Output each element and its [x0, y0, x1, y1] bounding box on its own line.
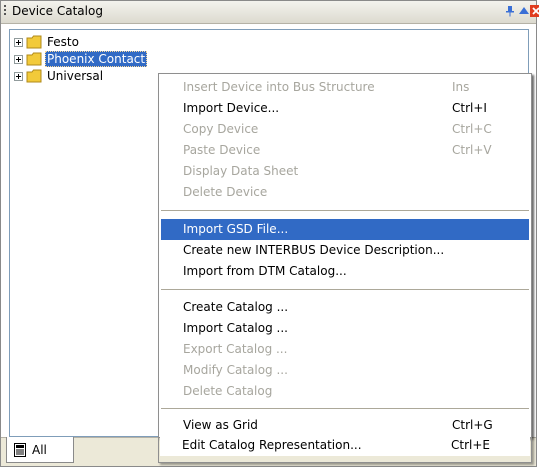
menu-item-view-as-grid[interactable]: View as Grid Ctrl+G: [161, 415, 529, 436]
menu-item-shortcut: Ctrl+G: [452, 418, 493, 432]
menu-separator: [161, 210, 529, 211]
menu-item-display-data-sheet[interactable]: Display Data Sheet: [161, 161, 529, 182]
menu-item-label: Import GSD File...: [183, 222, 289, 236]
menu-item-label: Create Catalog ...: [183, 300, 289, 314]
menu-item-shortcut: Ins: [452, 80, 470, 94]
menu-item-label: Edit Catalog Representation...: [182, 438, 362, 452]
menu-item-label: Delete Device: [183, 185, 268, 199]
panel-titlebar: Device Catalog: [1, 1, 539, 24]
menu-item-copy-device[interactable]: Copy Device Ctrl+C: [161, 119, 529, 140]
tree-item-label: Universal: [47, 69, 104, 83]
menu-item-delete-catalog[interactable]: Delete Catalog: [161, 381, 529, 402]
menu-item-shortcut: Ctrl+C: [452, 122, 492, 136]
menu-item-label: Import from DTM Catalog...: [183, 264, 347, 278]
menu-item-modify-catalog[interactable]: Modify Catalog ...: [161, 360, 529, 381]
tree-item-label: Festo: [47, 35, 79, 49]
menu-item-shortcut: Ctrl+E: [451, 438, 490, 452]
menu-item-label: Modify Catalog ...: [183, 363, 288, 377]
menu-item-create-interbus-description[interactable]: Create new INTERBUS Device Description..…: [161, 240, 529, 261]
expand-icon[interactable]: [14, 72, 23, 81]
menu-item-shortcut: Ctrl+I: [452, 101, 487, 115]
folder-icon: [26, 52, 42, 66]
menu-item-label: Import Device...: [183, 101, 280, 115]
context-menu: Insert Device into Bus Structure Ins Imp…: [158, 73, 532, 438]
expand-icon[interactable]: [14, 38, 23, 47]
tab-all[interactable]: All: [6, 437, 74, 463]
menu-separator: [161, 289, 529, 290]
menu-item-label: Paste Device: [183, 143, 261, 157]
menu-item-label: View as Grid: [183, 418, 258, 432]
move-up-icon[interactable]: [518, 5, 530, 17]
expand-icon[interactable]: [14, 55, 23, 64]
drag-grip-icon[interactable]: [4, 5, 7, 19]
menu-item-label: Delete Catalog: [183, 384, 273, 398]
menu-item-edit-catalog-representation[interactable]: Edit Catalog Representation... Ctrl+E: [160, 435, 530, 456]
menu-item-import-catalog[interactable]: Import Catalog ...: [161, 318, 529, 339]
menu-item-label: Display Data Sheet: [183, 164, 299, 178]
menu-item-insert-device[interactable]: Insert Device into Bus Structure Ins: [161, 77, 529, 98]
menu-item-label: Import Catalog ...: [183, 321, 288, 335]
pin-icon[interactable]: [504, 5, 516, 17]
menu-item-label: Copy Device: [183, 122, 259, 136]
tab-label: All: [32, 443, 47, 457]
sheet-icon: [14, 443, 26, 457]
menu-item-import-from-dtm-catalog[interactable]: Import from DTM Catalog...: [161, 261, 529, 282]
menu-separator: [161, 408, 529, 409]
folder-icon: [26, 35, 42, 49]
menu-item-label: Export Catalog ...: [183, 342, 288, 356]
menu-item-create-catalog[interactable]: Create Catalog ...: [161, 297, 529, 318]
menu-item-shortcut: Ctrl+V: [452, 143, 492, 157]
panel-title: Device Catalog: [12, 4, 103, 18]
menu-item-label: Insert Device into Bus Structure: [183, 80, 375, 94]
menu-item-label: Create new INTERBUS Device Description..…: [183, 243, 445, 257]
tree-item-label: Phoenix Contact: [45, 51, 148, 67]
menu-item-delete-device[interactable]: Delete Device: [161, 182, 529, 203]
menu-item-export-catalog[interactable]: Export Catalog ...: [161, 339, 529, 360]
folder-icon: [26, 69, 42, 83]
menu-item-import-gsd-file[interactable]: Import GSD File...: [161, 219, 529, 240]
menu-item-paste-device[interactable]: Paste Device Ctrl+V: [161, 140, 529, 161]
close-icon[interactable]: [530, 5, 539, 17]
menu-item-import-device[interactable]: Import Device... Ctrl+I: [161, 98, 529, 119]
